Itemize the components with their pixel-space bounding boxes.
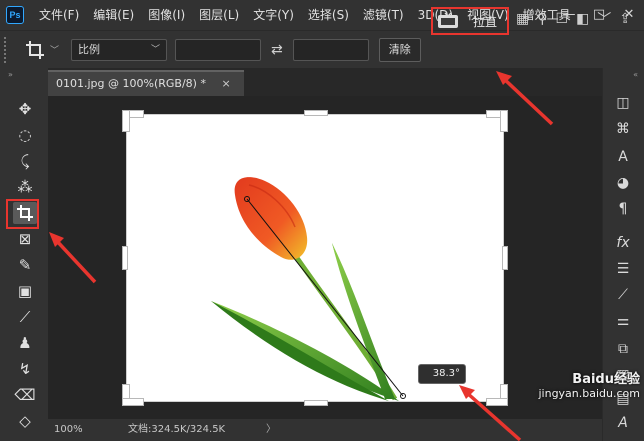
- fill-icon[interactable]: ◧: [576, 11, 589, 27]
- character-icon[interactable]: A: [611, 146, 635, 168]
- crop-handle-top[interactable]: [304, 110, 328, 116]
- brush-settings-icon[interactable]: ⚌: [611, 310, 635, 332]
- crop-tool-highlight: [6, 199, 39, 229]
- eraser-tool-icon[interactable]: ⌫: [13, 384, 37, 406]
- menu-type[interactable]: 文字(Y): [246, 0, 301, 30]
- watermark-url: jingyan.baidu.com: [538, 387, 640, 400]
- checkbox-delete-icon[interactable]: ☐: [556, 11, 569, 27]
- ratio-select-value: 比例: [78, 42, 101, 56]
- crop-handle-right[interactable]: [502, 246, 508, 270]
- menu-file[interactable]: 文件(F): [32, 0, 86, 30]
- channels-icon[interactable]: ⧉: [611, 338, 635, 360]
- clear-button[interactable]: 清除: [378, 37, 421, 62]
- straighten-label: 拉直: [473, 14, 498, 29]
- brush-tool-icon[interactable]: ⟋: [13, 306, 37, 328]
- straighten-icon: [437, 12, 459, 30]
- crop-handle-left[interactable]: [122, 246, 128, 270]
- settings-search-icon[interactable]: ⚲: [537, 11, 547, 27]
- tulip-image[interactable]: [126, 114, 504, 402]
- frame-tool-icon[interactable]: ⊠: [13, 228, 37, 250]
- share-icon[interactable]: ⇪: [619, 11, 631, 27]
- chevron-down-icon[interactable]: ﹀: [597, 9, 611, 29]
- menu-layer[interactable]: 图层(L): [192, 0, 246, 30]
- eyedropper-tool-icon[interactable]: ✎: [13, 254, 37, 276]
- ratio-select[interactable]: 比例 ﹀: [71, 38, 168, 61]
- options-grip[interactable]: [4, 36, 12, 63]
- document-tab[interactable]: 0101.jpg @ 100%(RGB/8) * ×: [48, 70, 244, 96]
- stamp-tool-icon[interactable]: ♟: [13, 332, 37, 354]
- swatches-icon[interactable]: ◕: [611, 172, 635, 194]
- panel-collapse-icon[interactable]: «: [633, 70, 638, 79]
- brushes-icon[interactable]: ⟋: [611, 284, 635, 306]
- watermark: Baidu经验 jingyan.baidu.com: [490, 368, 640, 400]
- adjustments-icon[interactable]: ☰: [611, 258, 635, 280]
- glyphs-icon[interactable]: A: [611, 412, 635, 434]
- options-bar: ﹀ 比例 ﹀ ⇄ 清除: [0, 30, 644, 68]
- paragraph-icon[interactable]: ¶: [611, 198, 635, 220]
- chevron-down-icon: ﹀: [151, 44, 161, 55]
- history-brush-tool-icon[interactable]: ↯: [13, 358, 37, 380]
- status-bar: 100% 文档:324.5K/324.5K 〉: [48, 419, 602, 441]
- options-icons: ▦ ⚲ ☐ ◧ ﹀ ⇪: [516, 8, 639, 30]
- document-size: 文档:324.5K/324.5K: [128, 424, 226, 435]
- crop-handle-top-right-v[interactable]: [500, 110, 508, 132]
- document-tab-title: 0101.jpg @ 100%(RGB/8) *: [56, 77, 206, 90]
- chevron-down-icon[interactable]: ﹀: [50, 43, 59, 56]
- swap-icon[interactable]: ⇄: [271, 42, 283, 58]
- styles-fx-icon[interactable]: fx: [611, 232, 635, 254]
- crop-handle-top-left-v[interactable]: [122, 110, 130, 132]
- panel-collapse-icon[interactable]: »: [8, 70, 13, 79]
- width-input[interactable]: [175, 38, 262, 61]
- paths-icon[interactable]: ⌘: [611, 118, 635, 140]
- lasso-tool-icon[interactable]: ⤹: [13, 150, 37, 172]
- height-input[interactable]: [292, 38, 369, 61]
- move-tool-icon[interactable]: ✥: [13, 98, 37, 120]
- healing-tool-icon[interactable]: ▣: [13, 280, 37, 302]
- angle-readout: 38.3°: [418, 364, 466, 384]
- photoshop-logo: Ps: [6, 6, 24, 24]
- close-icon[interactable]: ×: [221, 77, 230, 90]
- menu-image[interactable]: 图像(I): [141, 0, 192, 30]
- watermark-brand: Baidu经验: [572, 372, 640, 387]
- history-icon[interactable]: ◫: [611, 92, 635, 114]
- straighten-button[interactable]: 拉直: [431, 7, 509, 35]
- zoom-level[interactable]: 100%: [54, 419, 83, 441]
- paint-bucket-tool-icon[interactable]: ◇: [13, 410, 37, 432]
- grid-overlay-icon[interactable]: ▦: [516, 11, 529, 27]
- crop-handle-bottom[interactable]: [304, 400, 328, 406]
- tools-panel: » ✥ ◌ ⤹ ⁂ ⊠ ✎ ▣ ⟋ ♟ ↯ ⌫ ◇: [0, 68, 48, 441]
- crop-handle-bottom-left[interactable]: [122, 398, 144, 406]
- quick-select-tool-icon[interactable]: ⁂: [13, 176, 37, 198]
- menu-filter[interactable]: 滤镜(T): [356, 0, 411, 30]
- marquee-tool-icon[interactable]: ◌: [13, 124, 37, 146]
- crop-icon[interactable]: [24, 39, 46, 61]
- menu-select[interactable]: 选择(S): [301, 0, 356, 30]
- document-tabs: « 0101.jpg @ 100%(RGB/8) * ×: [48, 68, 602, 96]
- status-menu-arrow-icon[interactable]: 〉: [266, 419, 276, 441]
- tulip-illustration: [211, 177, 406, 401]
- menu-edit[interactable]: 编辑(E): [86, 0, 141, 30]
